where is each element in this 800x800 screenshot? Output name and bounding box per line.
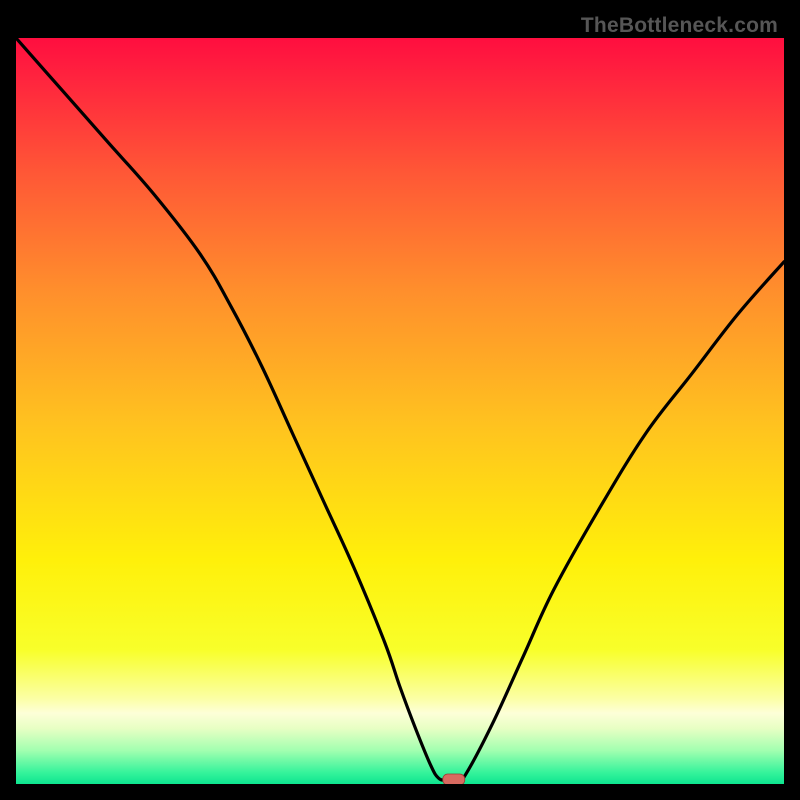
chart-background — [16, 38, 784, 784]
chart-plot-area — [16, 38, 784, 784]
watermark-text: TheBottleneck.com — [581, 14, 778, 38]
chart-frame: TheBottleneck.com — [16, 16, 784, 784]
chart-svg — [16, 38, 784, 784]
optimum-marker — [443, 774, 465, 784]
